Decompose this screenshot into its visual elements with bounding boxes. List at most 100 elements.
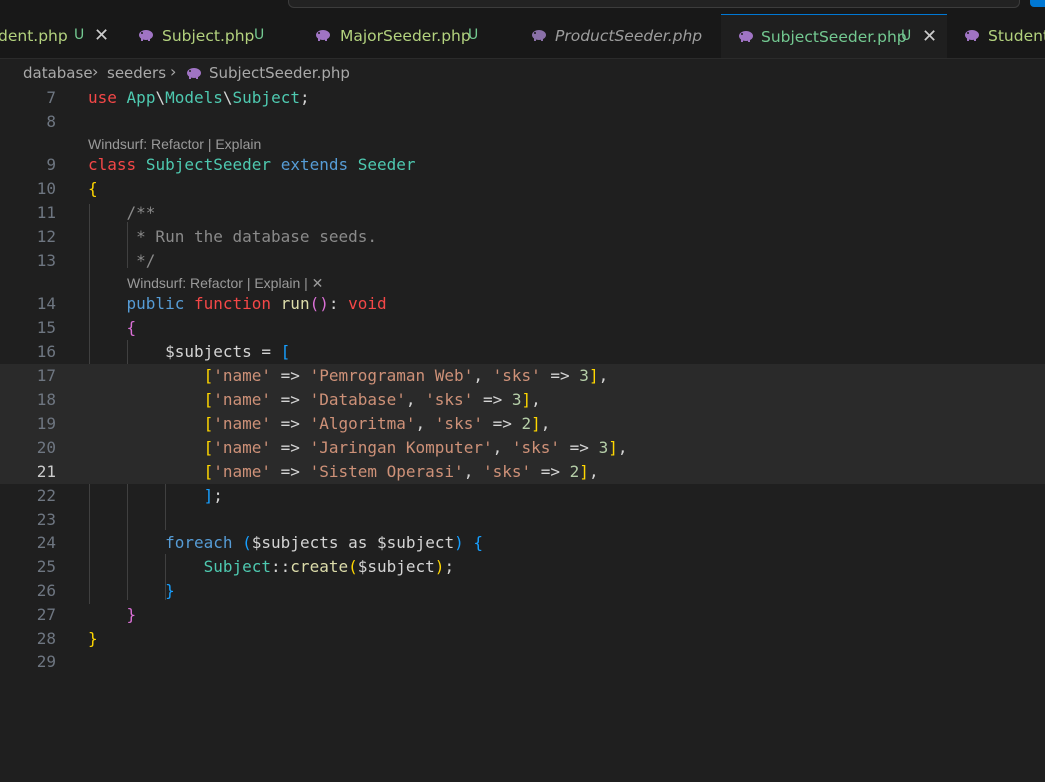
- line-code: ['name' => 'Algoritma', 'sks' => 2],: [203, 414, 551, 433]
- tab-student-controller[interactable]: Student: [947, 14, 1045, 58]
- code-line: 26 }: [0, 579, 1045, 603]
- line-code: * Run the database seeds.: [88, 227, 377, 246]
- account-button[interactable]: [1030, 0, 1045, 7]
- line-code: }: [88, 629, 98, 648]
- close-tab-icon[interactable]: ✕: [94, 25, 109, 46]
- line-number: 17: [36, 366, 56, 385]
- code-line: 8: [0, 110, 1045, 134]
- line-number: 7: [46, 88, 56, 107]
- tab-label: ProductSeeder.php: [555, 27, 703, 45]
- line-number: 8: [46, 112, 56, 131]
- line-number: 10: [36, 179, 56, 198]
- chevron-right-icon: ›: [92, 62, 99, 81]
- line-code: class SubjectSeeder extends Seeder: [88, 155, 416, 174]
- tab-subject-php[interactable]: Subject.php U: [122, 14, 299, 58]
- tab-label: SubjectSeeder.php: [761, 28, 907, 46]
- tab-subjectseeder-php[interactable]: SubjectSeeder.php U ✕: [721, 14, 948, 58]
- php-elephant-icon: [965, 30, 979, 41]
- code-line: 11 /**: [0, 201, 1045, 225]
- code-line-selected: 17 ['name' => 'Pemrograman Web', 'sks' =…: [0, 364, 1045, 388]
- command-center-search[interactable]: [288, 0, 1020, 8]
- line-code: */: [88, 251, 156, 270]
- line-number: 11: [36, 203, 56, 222]
- line-number: 18: [36, 390, 56, 409]
- line-code: Subject::create($subject);: [203, 557, 455, 576]
- code-line: 23: [0, 508, 1045, 532]
- line-number: 25: [36, 557, 56, 576]
- line-code: use App\Models\Subject;: [88, 88, 310, 107]
- line-number: 13: [36, 251, 56, 270]
- php-elephant-icon: [532, 30, 546, 41]
- tab-label: dent.php: [0, 27, 68, 45]
- line-code: ['name' => 'Sistem Operasi', 'sks' => 2]…: [203, 462, 599, 481]
- line-number-current: 21: [36, 462, 56, 481]
- code-line: 16 $subjects = [: [0, 340, 1045, 364]
- line-number: 9: [46, 155, 56, 174]
- untracked-badge: U: [254, 27, 265, 43]
- line-code: ['name' => 'Database', 'sks' => 3],: [203, 390, 541, 409]
- code-line: 7 use App\Models\Subject;: [0, 86, 1045, 110]
- line-number: 27: [36, 605, 56, 624]
- tab-majorseeder-php[interactable]: MajorSeeder.php U: [298, 14, 515, 58]
- code-line: 24 foreach ($subjects as $subject) {: [0, 531, 1045, 555]
- line-number: 15: [36, 318, 56, 337]
- line-number: 23: [36, 510, 56, 529]
- code-line: 14 public function run(): void: [0, 292, 1045, 316]
- line-code: ];: [203, 486, 223, 505]
- line-code: ['name' => 'Jaringan Komputer', 'sks' =>…: [203, 438, 628, 457]
- tab-student-php[interactable]: dent.php U ✕: [0, 14, 123, 58]
- close-tab-icon[interactable]: ✕: [922, 26, 937, 47]
- line-number: 28: [36, 629, 56, 648]
- line-number: 29: [36, 652, 56, 671]
- windsurf-codelens[interactable]: Windsurf: Refactor | Explain: [88, 133, 261, 155]
- line-number: 26: [36, 581, 56, 600]
- code-line: 27 }: [0, 603, 1045, 627]
- line-code: public function run(): void: [126, 294, 387, 313]
- code-line: 28 }: [0, 627, 1045, 651]
- line-code: }: [126, 605, 137, 624]
- line-number: 12: [36, 227, 56, 246]
- line-code: /**: [88, 203, 156, 222]
- untracked-badge: U: [74, 27, 85, 43]
- line-code: $subjects = [: [165, 342, 291, 361]
- editor-tab-bar: dent.php U ✕ Subject.php U MajorSeeder.p…: [0, 14, 1045, 59]
- windsurf-codelens[interactable]: Windsurf: Refactor | Explain | ✕: [127, 272, 323, 294]
- php-elephant-icon: [316, 30, 330, 41]
- line-code: ['name' => 'Pemrograman Web', 'sks' => 3…: [203, 366, 609, 385]
- tab-label: Subject.php: [162, 27, 255, 45]
- code-line-selected: 21 ['name' => 'Sistem Operasi', 'sks' =>…: [0, 460, 1045, 484]
- line-number: 24: [36, 533, 56, 552]
- tab-label: Student: [988, 27, 1045, 45]
- php-elephant-icon: [739, 31, 753, 42]
- code-line: 13 */: [0, 249, 1045, 273]
- code-line: 15 {: [0, 316, 1045, 340]
- chevron-right-icon: ›: [170, 62, 177, 81]
- php-elephant-icon: [139, 30, 153, 41]
- untracked-badge: U: [468, 27, 479, 43]
- code-editor[interactable]: 7 use App\Models\Subject; 8 Windsurf: Re…: [0, 86, 1045, 782]
- tab-productseeder-php[interactable]: ProductSeeder.php: [514, 14, 722, 58]
- code-line: 22 ];: [0, 484, 1045, 508]
- code-line-selected: 18 ['name' => 'Database', 'sks' => 3],: [0, 388, 1045, 412]
- line-code: {: [88, 179, 98, 198]
- code-line-selected: 19 ['name' => 'Algoritma', 'sks' => 2],: [0, 412, 1045, 436]
- line-code: }: [165, 581, 175, 600]
- breadcrumb-file[interactable]: SubjectSeeder.php: [209, 64, 350, 82]
- breadcrumb: database › seeders › SubjectSeeder.php: [0, 59, 1045, 87]
- line-number: 16: [36, 342, 56, 361]
- title-bar: [0, 0, 1045, 14]
- breadcrumb-folder-seeders[interactable]: seeders: [107, 64, 166, 82]
- code-line: 25 Subject::create($subject);: [0, 555, 1045, 579]
- code-line: 12 * Run the database seeds.: [0, 225, 1045, 249]
- breadcrumb-folder-database[interactable]: database: [23, 64, 93, 82]
- code-line: 9 class SubjectSeeder extends Seeder: [0, 153, 1045, 177]
- line-number: 20: [36, 438, 56, 457]
- tab-label: MajorSeeder.php: [340, 27, 471, 45]
- line-code: foreach ($subjects as $subject) {: [165, 533, 484, 552]
- line-number: 19: [36, 414, 56, 433]
- line-number: 22: [36, 486, 56, 505]
- code-line: 29: [0, 650, 1045, 674]
- line-code: {: [126, 318, 137, 337]
- line-number: 14: [36, 294, 56, 313]
- untracked-badge: U: [901, 28, 912, 44]
